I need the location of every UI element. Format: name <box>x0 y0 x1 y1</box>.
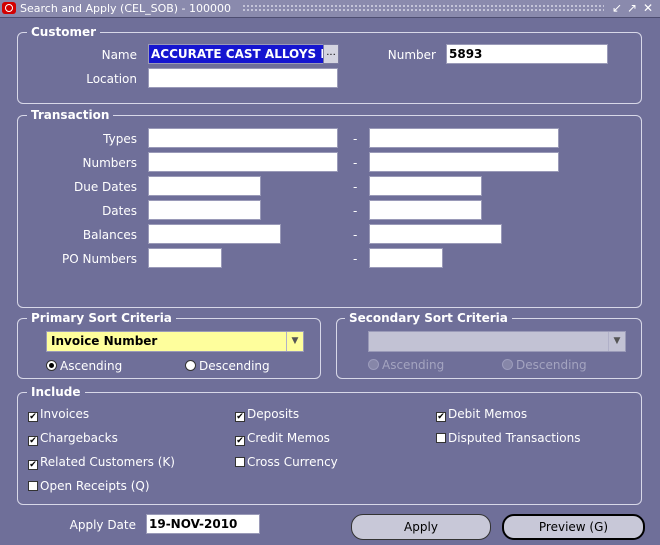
oracle-logo-icon <box>2 2 16 14</box>
transaction-dates-from[interactable] <box>148 200 261 220</box>
secondary-sort-legend: Secondary Sort Criteria <box>345 311 512 325</box>
transaction-dates-to[interactable] <box>369 200 482 220</box>
debit-memos-checkbox[interactable]: ✔ Debit Memos <box>436 407 527 422</box>
apply-button[interactable]: Apply <box>351 514 491 540</box>
close-icon[interactable]: ✕ <box>643 1 653 15</box>
credit-memos-checkbox[interactable]: ✔ Credit Memos <box>235 431 330 446</box>
checkbox-checked-icon: ✔ <box>235 436 245 446</box>
disputed-transactions-checkbox[interactable]: Disputed Transactions <box>436 431 580 445</box>
transaction-legend: Transaction <box>27 108 114 122</box>
window-title: Search and Apply (CEL_SOB) - 100000 <box>20 2 232 15</box>
checkbox-checked-icon: ✔ <box>28 412 38 422</box>
checkbox-empty-icon <box>436 433 446 443</box>
transaction-types-to[interactable] <box>369 128 559 148</box>
range-separator: - <box>353 228 358 242</box>
chargebacks-checkbox[interactable]: ✔ Chargebacks <box>28 431 118 446</box>
checkbox-checked-icon: ✔ <box>436 412 446 422</box>
customer-number-field[interactable]: 5893 <box>446 44 608 64</box>
secondary-sort-select[interactable]: ▼ <box>368 331 626 352</box>
preview-button[interactable]: Preview (G) <box>502 514 645 540</box>
customer-location-label: Location <box>86 72 137 86</box>
include-legend: Include <box>27 385 85 399</box>
radio-disabled-icon <box>502 359 513 370</box>
primary-sort-legend: Primary Sort Criteria <box>27 311 176 325</box>
primary-sort-select[interactable]: Invoice Number ▼ <box>46 331 304 352</box>
open-receipts-checkbox[interactable]: Open Receipts (Q) <box>28 479 150 493</box>
transaction-dates-label: Dates <box>102 204 137 218</box>
transaction-balances-to[interactable] <box>369 224 502 244</box>
title-bar-grip <box>242 4 604 12</box>
maximize-icon[interactable]: ↗ <box>627 1 637 15</box>
transaction-po-numbers-to[interactable] <box>369 248 443 268</box>
range-separator: - <box>353 204 358 218</box>
dropdown-arrow-icon[interactable]: ▼ <box>608 332 625 351</box>
primary-descending-radio[interactable]: Descending <box>185 359 270 373</box>
transaction-balances-from[interactable] <box>148 224 281 244</box>
transaction-types-label: Types <box>103 132 137 146</box>
secondary-ascending-radio[interactable]: Ascending <box>368 358 444 372</box>
minimize-icon[interactable]: ↙ <box>612 1 622 15</box>
primary-sort-value: Invoice Number <box>51 334 158 348</box>
primary-ascending-radio[interactable]: Ascending <box>46 359 122 373</box>
radio-selected-icon <box>46 360 57 371</box>
customer-lov-button[interactable]: ... <box>323 44 339 64</box>
range-separator: - <box>353 252 358 266</box>
checkbox-checked-icon: ✔ <box>28 436 38 446</box>
transaction-numbers-to[interactable] <box>369 152 559 172</box>
radio-disabled-icon <box>368 359 379 370</box>
range-separator: - <box>353 180 358 194</box>
checkbox-empty-icon <box>28 481 38 491</box>
transaction-po-numbers-label: PO Numbers <box>62 252 137 266</box>
apply-date-field[interactable]: 19-NOV-2010 <box>146 514 260 534</box>
customer-name-field[interactable]: ACCURATE CAST ALLOYS I <box>148 44 324 64</box>
range-separator: - <box>353 156 358 170</box>
deposits-checkbox[interactable]: ✔ Deposits <box>235 407 299 422</box>
window-title-bar[interactable]: Search and Apply (CEL_SOB) - 100000 ↙ ↗ … <box>0 0 660 18</box>
transaction-types-from[interactable] <box>148 128 338 148</box>
customer-legend: Customer <box>27 25 101 39</box>
related-customers-checkbox[interactable]: ✔ Related Customers (K) <box>28 455 175 470</box>
secondary-descending-radio[interactable]: Descending <box>502 358 587 372</box>
transaction-po-numbers-from[interactable] <box>148 248 222 268</box>
transaction-balances-label: Balances <box>82 228 137 242</box>
radio-empty-icon <box>185 360 196 371</box>
customer-name-label: Name <box>101 48 137 62</box>
dropdown-arrow-icon[interactable]: ▼ <box>286 332 303 351</box>
transaction-due-dates-to[interactable] <box>369 176 482 196</box>
invoices-checkbox[interactable]: ✔ Invoices <box>28 407 89 422</box>
checkbox-checked-icon: ✔ <box>28 460 38 470</box>
customer-location-field[interactable] <box>148 68 338 88</box>
transaction-numbers-from[interactable] <box>148 152 338 172</box>
transaction-due-dates-from[interactable] <box>148 176 261 196</box>
cross-currency-checkbox[interactable]: Cross Currency <box>235 455 338 469</box>
transaction-due-dates-label: Due Dates <box>74 180 137 194</box>
transaction-numbers-label: Numbers <box>82 156 137 170</box>
apply-date-label: Apply Date <box>69 518 136 532</box>
checkbox-checked-icon: ✔ <box>235 412 245 422</box>
range-separator: - <box>353 132 358 146</box>
customer-number-label: Number <box>387 48 436 62</box>
checkbox-empty-icon <box>235 457 245 467</box>
